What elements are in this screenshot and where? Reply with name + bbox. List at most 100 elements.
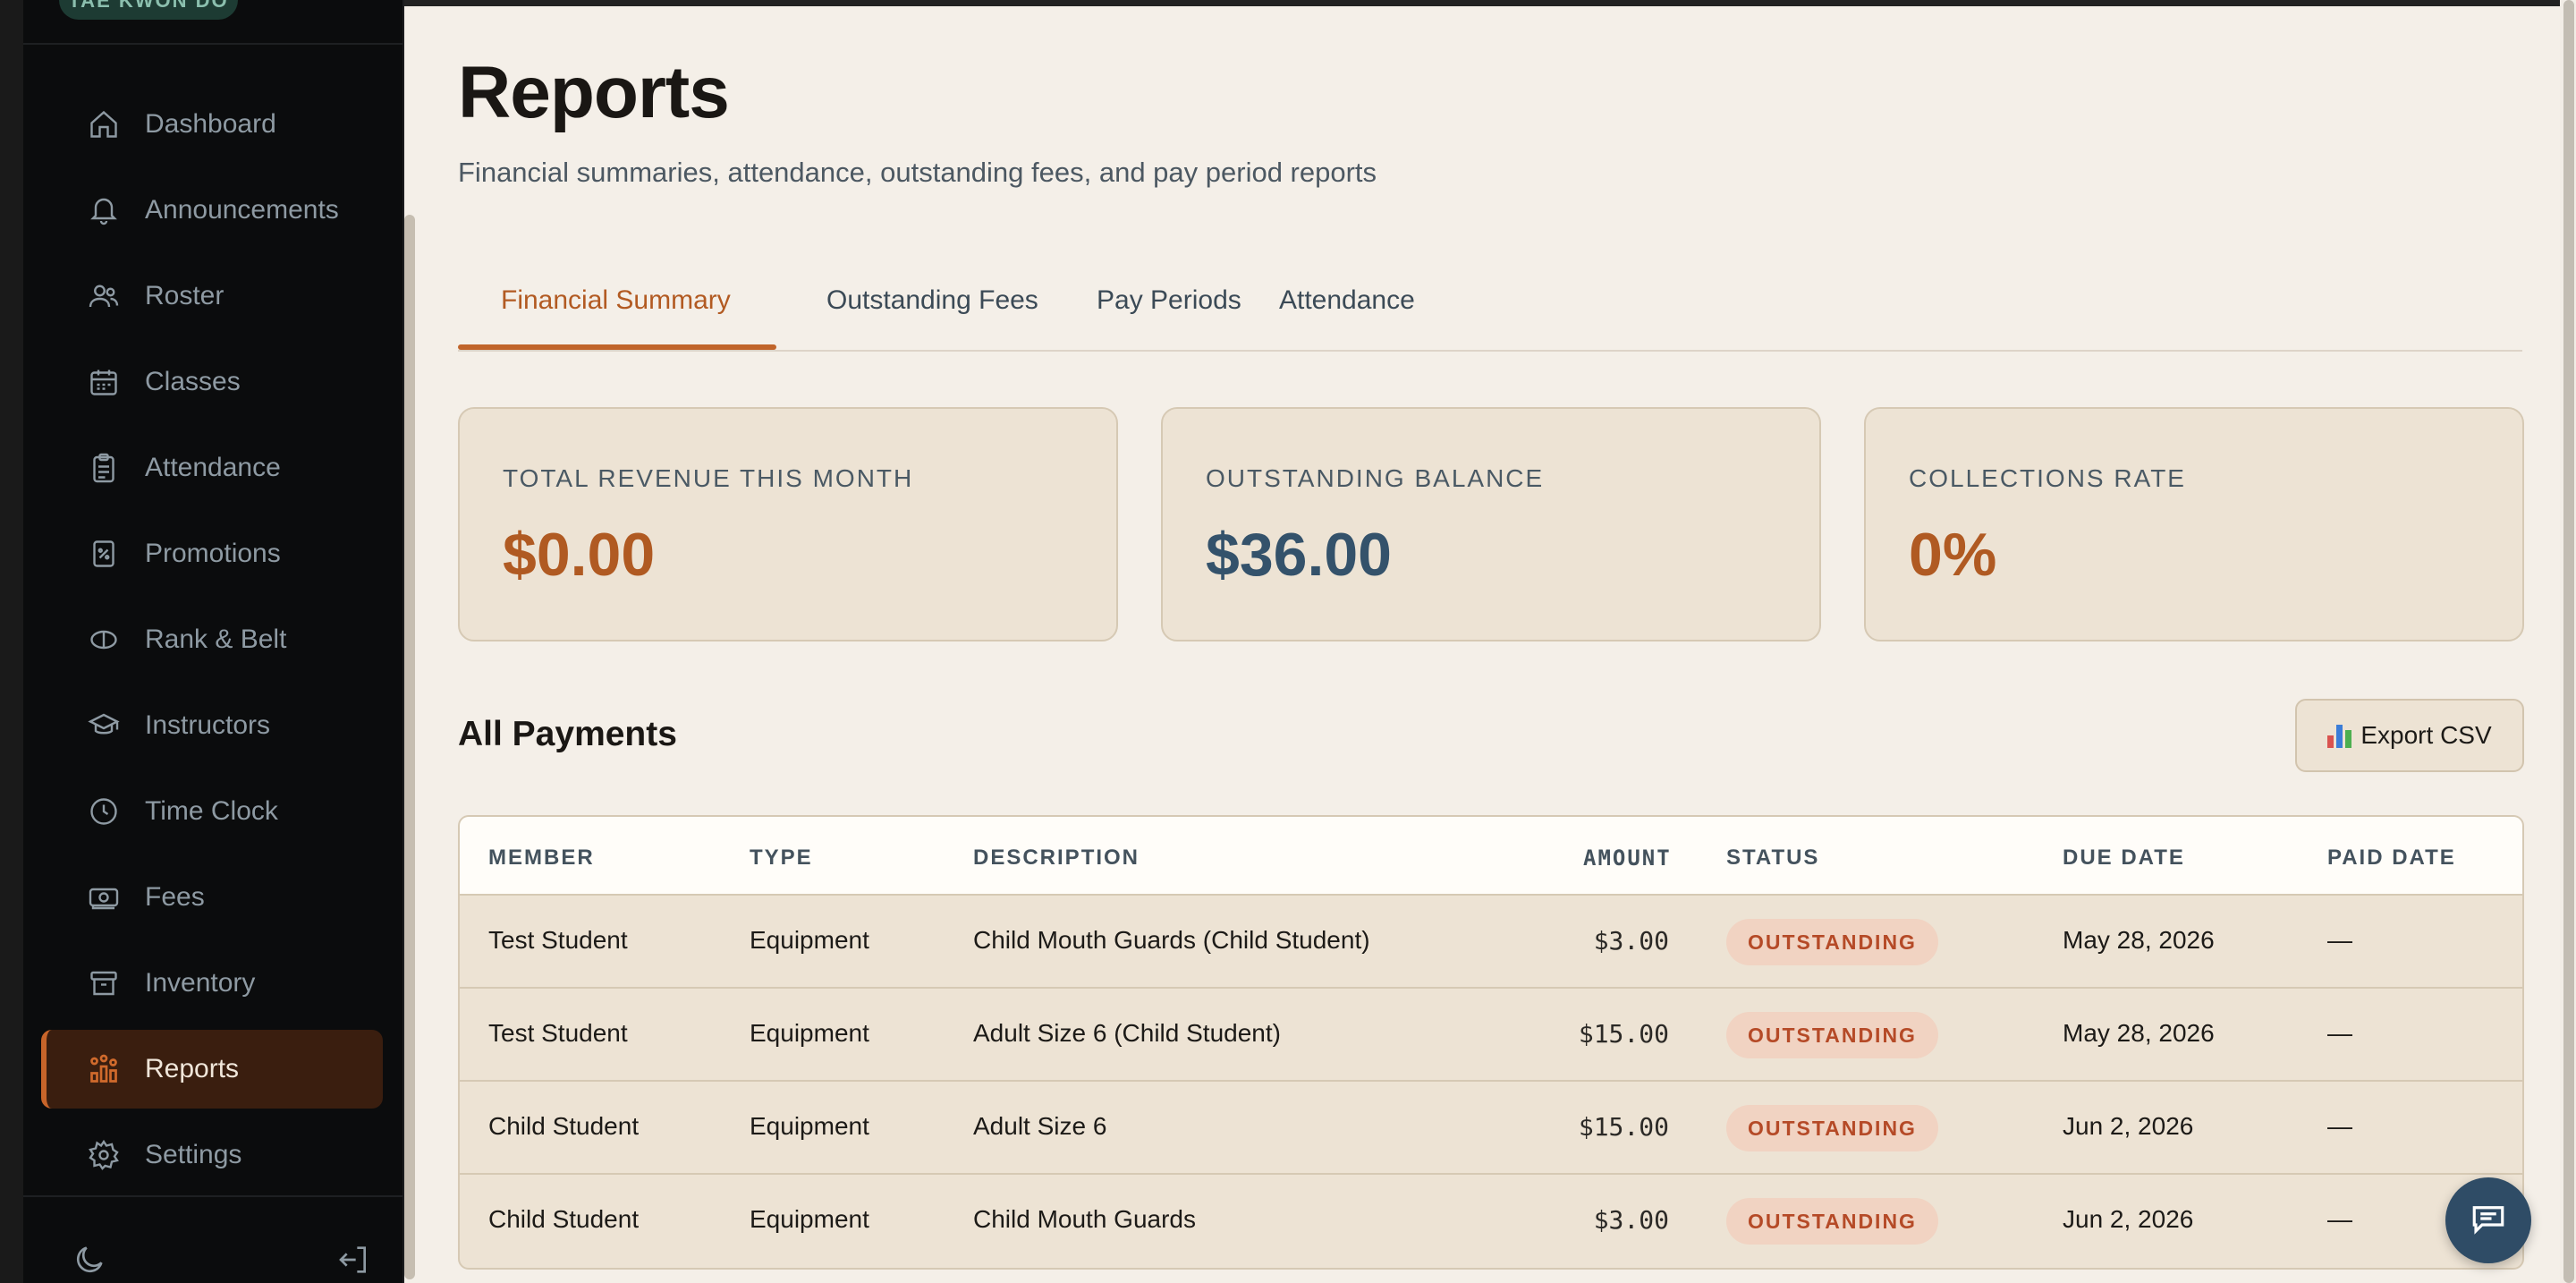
sidebar-item-fees[interactable]: Fees: [41, 858, 383, 937]
sidebar-nav: Dashboard Announcements Roster Classes A…: [41, 85, 383, 1202]
sidebar-item-label: Inventory: [145, 968, 256, 998]
archive-box-icon: [88, 967, 120, 999]
percent-doc-icon: [88, 538, 120, 570]
window-frame: [0, 0, 23, 1283]
sidebar-item-settings[interactable]: Settings: [41, 1116, 383, 1194]
sidebar-item-roster[interactable]: Roster: [41, 257, 383, 336]
page-subtitle: Financial summaries, attendance, outstan…: [458, 157, 1377, 188]
page-scrollbar[interactable]: [2563, 0, 2574, 1283]
amount-cell: $15.00: [1578, 1112, 1669, 1142]
table-row[interactable]: Test Student Equipment Adult Size 6 (Chi…: [460, 989, 2522, 1082]
card-value: $36.00: [1206, 521, 1392, 589]
type-cell: Equipment: [750, 1019, 869, 1047]
tab-attendance[interactable]: Attendance: [1279, 285, 1415, 316]
description-cell: Child Mouth Guards (Child Student): [973, 926, 1370, 954]
member-cell: Test Student: [488, 1019, 628, 1047]
active-tab-indicator: [458, 344, 776, 350]
sidebar-divider: [23, 1195, 402, 1197]
export-csv-button[interactable]: Export CSV: [2295, 699, 2524, 772]
description-cell: Child Mouth Guards: [973, 1205, 1197, 1233]
type-cell: Equipment: [750, 1205, 869, 1233]
paid-date-cell: —: [2327, 926, 2352, 954]
member-cell: Test Student: [488, 926, 628, 954]
window-frame-top: [404, 0, 2576, 6]
sidebar-item-rank-belt[interactable]: Rank & Belt: [41, 600, 383, 679]
total-revenue-card: TOTAL REVENUE THIS MONTH $0.00: [458, 407, 1118, 642]
tab-financial-summary[interactable]: Financial Summary: [501, 285, 731, 316]
page-title: Reports: [458, 52, 730, 133]
member-cell: Child Student: [488, 1112, 640, 1140]
table-row[interactable]: Test Student Equipment Child Mouth Guard…: [460, 896, 2522, 989]
chat-icon: [2470, 1200, 2507, 1242]
type-cell: Equipment: [750, 926, 869, 954]
logout-icon[interactable]: [336, 1242, 372, 1278]
sidebar-item-label: Reports: [145, 1054, 240, 1083]
sidebar-item-classes[interactable]: Classes: [41, 343, 383, 421]
chat-button[interactable]: [2445, 1177, 2531, 1263]
table-header: MEMBER TYPE DESCRIPTION AMOUNT STATUS DU…: [460, 817, 2522, 896]
sidebar-item-promotions[interactable]: Promotions: [41, 514, 383, 593]
sidebar-item-label: Settings: [145, 1140, 242, 1169]
tab-outstanding-fees[interactable]: Outstanding Fees: [826, 285, 1038, 316]
paid-date-cell: —: [2327, 1019, 2352, 1047]
belt-icon: [88, 624, 120, 656]
sidebar: TAE KWON DO Dashboard Announcements Rost…: [23, 0, 404, 1283]
sidebar-item-label: Rank & Belt: [145, 625, 287, 654]
due-date-cell: May 28, 2026: [2063, 1019, 2215, 1047]
sidebar-item-instructors[interactable]: Instructors: [41, 686, 383, 765]
amount-cell: $15.00: [1578, 1019, 1669, 1049]
sidebar-item-time-clock[interactable]: Time Clock: [41, 772, 383, 851]
tab-pay-periods[interactable]: Pay Periods: [1097, 285, 1241, 316]
member-cell: Child Student: [488, 1205, 640, 1233]
outstanding-balance-card: OUTSTANDING BALANCE $36.00: [1161, 407, 1821, 642]
sidebar-item-label: Time Clock: [145, 796, 278, 826]
column-header: PAID DATE: [2327, 845, 2456, 870]
chart-icon: [88, 1053, 120, 1085]
status-badge: OUTSTANDING: [1726, 1012, 1938, 1058]
table-row[interactable]: Child Student Equipment Child Mouth Guar…: [460, 1175, 2522, 1268]
report-tabs: Financial Summary Outstanding Fees Pay P…: [458, 259, 2522, 352]
collections-rate-card: COLLECTIONS RATE 0%: [1864, 407, 2524, 642]
sidebar-item-label: Attendance: [145, 453, 281, 482]
amount-cell: $3.00: [1593, 926, 1669, 956]
due-date-cell: May 28, 2026: [2063, 926, 2215, 954]
card-label: COLLECTIONS RATE: [1909, 464, 2186, 492]
clipboard-icon: [88, 452, 120, 484]
status-badge: OUTSTANDING: [1726, 1198, 1938, 1245]
users-icon: [88, 280, 120, 312]
sidebar-item-label: Dashboard: [145, 109, 276, 139]
sidebar-item-dashboard[interactable]: Dashboard: [41, 85, 383, 164]
sidebar-item-reports[interactable]: Reports: [41, 1030, 383, 1109]
due-date-cell: Jun 2, 2026: [2063, 1112, 2194, 1140]
calendar-icon: [88, 366, 120, 398]
due-date-cell: Jun 2, 2026: [2063, 1205, 2194, 1233]
amount-cell: $3.00: [1593, 1205, 1669, 1235]
card-label: TOTAL REVENUE THIS MONTH: [503, 464, 914, 492]
bell-icon: [88, 194, 120, 226]
column-header: DUE DATE: [2063, 845, 2185, 870]
table-row[interactable]: Child Student Equipment Adult Size 6 $15…: [460, 1082, 2522, 1175]
bar-chart-icon: [2327, 723, 2352, 748]
clock-icon: [88, 795, 120, 828]
sidebar-divider: [23, 43, 402, 45]
sidebar-item-label: Instructors: [145, 710, 271, 740]
card-label: OUTSTANDING BALANCE: [1206, 464, 1545, 492]
graduation-cap-icon: [88, 709, 120, 742]
status-badge: OUTSTANDING: [1726, 919, 1938, 965]
paid-date-cell: —: [2327, 1112, 2352, 1140]
main-content: Reports Financial summaries, attendance,…: [404, 6, 2576, 1283]
sidebar-item-label: Announcements: [145, 195, 339, 225]
card-value: $0.00: [503, 521, 656, 589]
sidebar-item-inventory[interactable]: Inventory: [41, 944, 383, 1023]
status-badge: OUTSTANDING: [1726, 1105, 1938, 1151]
money-icon: [88, 881, 120, 913]
moon-icon[interactable]: [72, 1242, 107, 1278]
column-header: MEMBER: [488, 845, 595, 870]
export-label: Export CSV: [2360, 721, 2492, 749]
column-header: TYPE: [750, 845, 813, 870]
sidebar-item-announcements[interactable]: Announcements: [41, 171, 383, 250]
sidebar-item-attendance[interactable]: Attendance: [41, 429, 383, 507]
column-header: AMOUNT: [1583, 845, 1672, 871]
brand-badge: TAE KWON DO: [59, 0, 238, 20]
card-value: 0%: [1909, 521, 1997, 589]
